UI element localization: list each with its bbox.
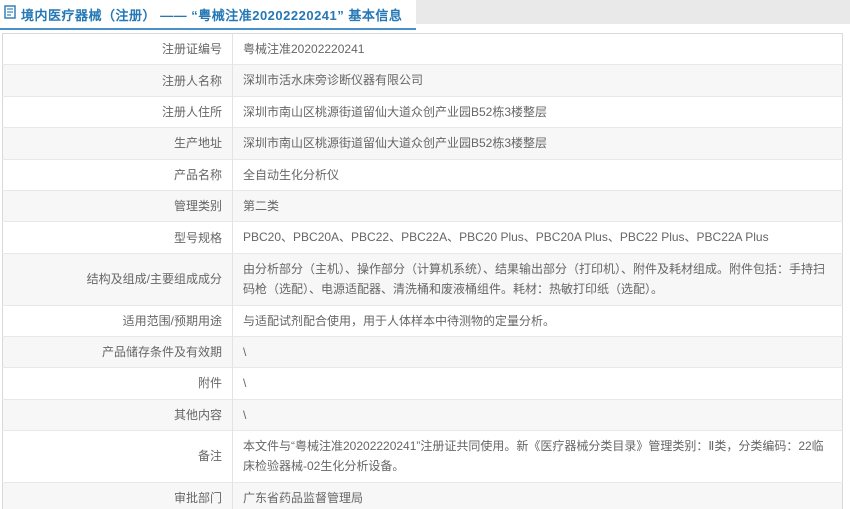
table-row: 其他内容 \ [2,398,843,431]
table-row: 结构及组成/主要组成成分 由分析部分（主机）、操作部分（计算机系统）、结果输出部分… [2,252,843,306]
tab-basic-info[interactable]: 境内医疗器械（注册） —— “粤械注准20202220241” 基本信息 [0,0,417,30]
table-row: 备注 本文件与“粤械注准20202220241”注册证共同使用。新《医疗器械分类目… [2,430,843,483]
registration-info-panel: 注册证编号 粤械注准20202220241 注册人名称 深圳市活水床旁诊断仪器有限公司… [2,33,843,509]
row-label: 注册人名称 [2,64,233,97]
table-row: 管理类别 第二类 [2,189,843,222]
row-value-text: 粤械注准20202220241 [243,42,365,56]
row-label: 注册证编号 [2,33,233,65]
row-label: 生产地址 [2,127,233,160]
row-label-text: 审批部门 [173,491,222,506]
row-value: 广东省药品监督管理局 [232,481,843,509]
row-label-text: 适用范围/预期用途 [122,313,222,328]
table-row: 审批部门 广东省药品监督管理局 [2,481,843,509]
table-row: 注册人住所 深圳市南山区桃源街道留仙大道众创产业园B52栋3楼整层 [2,95,843,128]
row-value-text: 本文件与“粤械注准20202220241”注册证共同使用。新《医疗器械分类目录》… [243,439,824,474]
row-label-text: 注册人名称 [161,73,222,88]
page-title: 境内医疗器械（注册） —— “粤械注准20202220241” 基本信息 [21,7,403,23]
table-row: 附件 \ [2,367,843,400]
row-label-text: 产品储存条件及有效期 [101,345,222,360]
row-value: 深圳市南山区桃源街道留仙大道众创产业园B52栋3楼整层 [232,95,843,128]
row-label-text: 产品名称 [173,167,222,182]
row-label: 注册人住所 [2,95,233,128]
row-value: \ [232,335,843,368]
row-label-text: 管理类别 [173,199,222,214]
row-value-text: \ [243,344,247,359]
table-row: 生产地址 深圳市南山区桃源街道留仙大道众创产业园B52栋3楼整层 [2,127,843,160]
row-value-text: 深圳市南山区桃源街道留仙大道众创产业园B52栋3楼整层 [243,104,548,119]
header-tabbar: 境内医疗器械（注册） —— “粤械注准20202220241” 基本信息 [0,0,850,30]
row-value: 深圳市南山区桃源街道留仙大道众创产业园B52栋3楼整层 [232,127,843,160]
document-icon [4,5,16,24]
row-label-text: 注册证编号 [161,42,222,57]
row-label: 其他内容 [2,398,233,431]
row-value: 全自动生化分析仪 [232,158,843,191]
row-value-text: 全自动生化分析仪 [243,167,340,182]
row-label: 附件 [2,367,233,400]
row-label: 结构及组成/主要组成成分 [2,252,233,306]
row-label: 适用范围/预期用途 [2,304,233,337]
row-label-text: 型号规格 [173,230,222,245]
row-label-text: 结构及组成/主要组成成分 [86,272,222,287]
table-row: 型号规格 PBC20、PBC20A、PBC22、PBC22A、PBC20 Plus… [2,221,843,254]
row-label: 产品名称 [2,158,233,191]
table-row: 产品名称 全自动生化分析仪 [2,158,843,191]
row-value: 粤械注准20202220241 [233,34,843,65]
row-value: 由分析部分（主机）、操作部分（计算机系统）、结果输出部分（打印机）、附件及耗材组… [232,252,843,306]
row-value: 深圳市活水床旁诊断仪器有限公司 [232,64,843,97]
registration-info-table: 注册证编号 粤械注准20202220241 注册人名称 深圳市活水床旁诊断仪器有限公司… [2,33,843,509]
row-value-text: 深圳市南山区桃源街道留仙大道众创产业园B52栋3楼整层 [243,136,548,151]
row-label-text: 其他内容 [173,407,222,422]
row-label-text: 注册人住所 [161,104,222,119]
table-row: 产品储存条件及有效期 \ [2,335,843,368]
row-label-text: 备注 [197,449,222,464]
row-value-text: 广东省药品监督管理局 [243,490,364,505]
row-value-text: PBC20、PBC20A、PBC22、PBC22A、PBC20 Plus、PBC… [243,230,769,245]
row-label: 管理类别 [2,189,233,222]
row-value-text: 第二类 [243,198,280,213]
row-value: 第二类 [232,189,843,222]
row-label: 型号规格 [2,221,233,254]
tabbar-filler [416,0,850,24]
row-value: 与适配试剂配合使用，用于人体样本中待测物的定量分析。 [232,304,843,337]
table-row: 注册证编号 粤械注准20202220241 [2,33,843,65]
row-value-text: \ [243,376,247,391]
row-value: \ [232,367,843,400]
row-label-text: 生产地址 [173,136,222,151]
row-label: 备注 [2,430,233,483]
row-value-text: 深圳市活水床旁诊断仪器有限公司 [243,73,424,88]
row-label: 产品储存条件及有效期 [2,335,233,368]
row-value-text: 与适配试剂配合使用，用于人体样本中待测物的定量分析。 [243,313,556,328]
row-label: 审批部门 [2,481,233,509]
row-value: 本文件与“粤械注准20202220241”注册证共同使用。新《医疗器械分类目录》… [232,430,843,483]
table-row: 注册人名称 深圳市活水床旁诊断仪器有限公司 [2,64,843,97]
row-value: PBC20、PBC20A、PBC22、PBC22A、PBC20 Plus、PBC… [232,221,843,254]
table-row: 适用范围/预期用途 与适配试剂配合使用，用于人体样本中待测物的定量分析。 [2,304,843,337]
row-value-text: 由分析部分（主机）、操作部分（计算机系统）、结果输出部分（打印机）、附件及耗材组… [243,261,826,297]
row-label-text: 附件 [197,376,222,391]
row-value: \ [232,398,843,431]
row-value-text: \ [243,407,247,422]
